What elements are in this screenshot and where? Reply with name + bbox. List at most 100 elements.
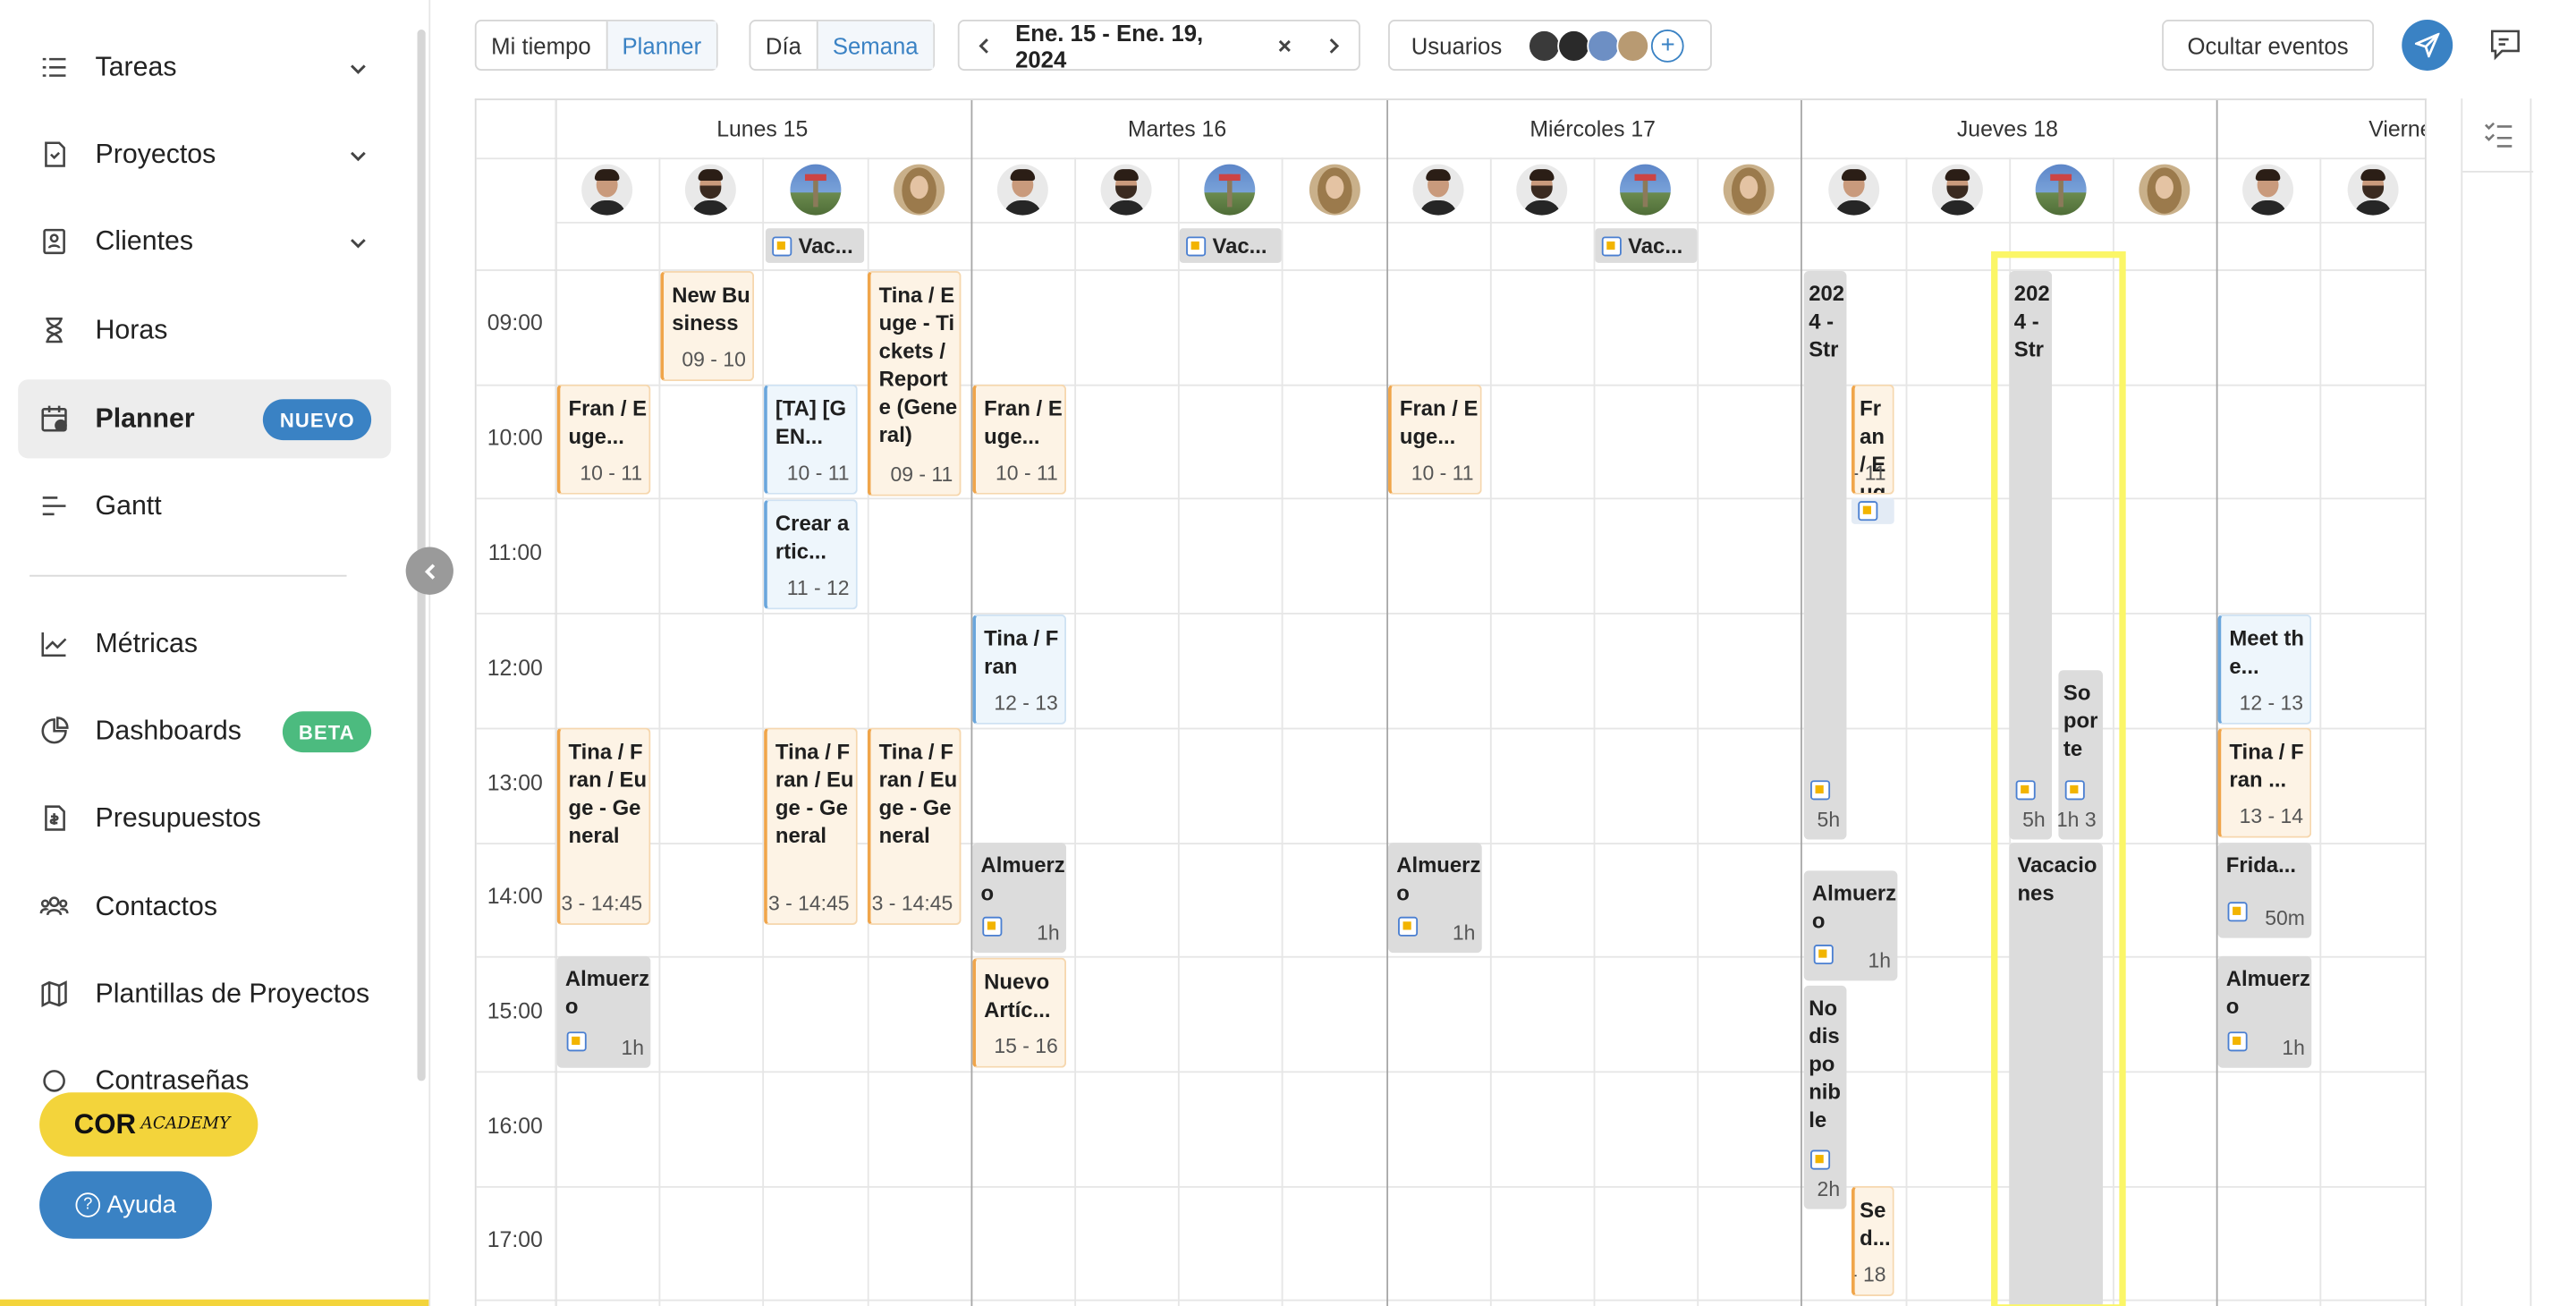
sidebar-item-label: Contactos — [95, 891, 217, 921]
calendar-event[interactable]: No disponible 2h — [1803, 985, 1847, 1209]
checklist-icon[interactable] — [2462, 98, 2534, 173]
calendar-event[interactable]: Meet the... 12 - 13 — [2217, 614, 2312, 725]
avatar[interactable] — [1309, 164, 1360, 216]
chevron-left-icon[interactable] — [960, 37, 1009, 53]
event-time: 15 - 16 — [994, 1034, 1058, 1058]
calendar-event[interactable]: 2024 - Str 5h — [2009, 271, 2053, 840]
calendar-event[interactable]: Almuerzo 1h — [1388, 843, 1482, 954]
view-toggle: Mi tiempo Planner — [474, 20, 718, 71]
calendar-event[interactable]: 2024 - Str 5h — [1803, 271, 1847, 840]
calendar-event[interactable]: Tina / Fran / Euge - General 13 - 14:45 — [867, 727, 962, 925]
event-chip[interactable] — [1851, 497, 1894, 524]
send-icon[interactable] — [2402, 20, 2453, 71]
avatar[interactable] — [1587, 29, 1621, 62]
avatar[interactable] — [1100, 164, 1152, 216]
sidebar-item-proyectos[interactable]: Proyectos — [18, 115, 391, 194]
all-day-event[interactable]: Vac... — [1179, 228, 1282, 263]
calendar-event[interactable]: Frida... 50m — [2217, 843, 2312, 938]
sidebar-item-gantt[interactable]: Gantt — [18, 467, 391, 546]
calendar-event[interactable]: Nuevo Artíc... 15 - 16 — [972, 957, 1067, 1068]
calendar-event[interactable]: Tina / Euge - Tickets / Reporte (General… — [867, 271, 962, 496]
calendar-event[interactable]: Tina / Fran / Euge - General 13 - 14:45 — [764, 727, 858, 925]
calendar-event[interactable]: Se d... 17 - 18 — [1851, 1185, 1894, 1296]
event-title: Frida... — [2225, 852, 2297, 878]
sidebar-item-label: Tareas — [95, 51, 177, 81]
comment-star-icon[interactable] — [2487, 26, 2523, 62]
avatar[interactable] — [684, 164, 736, 216]
calendar-event[interactable]: Tina / Fran 12 - 13 — [972, 614, 1067, 725]
all-day-event[interactable]: Vac... — [1595, 228, 1698, 263]
day-header-friday: Viernes 19 — [2368, 116, 2425, 141]
sidebar-item-tareas[interactable]: Tareas — [18, 28, 391, 106]
avatar[interactable] — [1616, 29, 1650, 62]
calendar-event[interactable]: [TA] [GEN... 10 - 11 — [764, 384, 858, 495]
event-time: 1h — [1452, 921, 1476, 945]
range-option-semana[interactable]: Semana — [816, 21, 934, 70]
collapse-sidebar-button[interactable] — [405, 547, 453, 595]
users-filter[interactable]: Usuarios + — [1388, 20, 1712, 71]
add-user-icon[interactable]: + — [1651, 29, 1685, 62]
range-option-dia[interactable]: Día — [750, 21, 816, 69]
gantt-icon — [39, 491, 69, 521]
avatar[interactable] — [1528, 29, 1562, 62]
sidebar-item-clientes[interactable]: Clientes — [18, 202, 391, 281]
calendar-event[interactable]: New Business 09 - 10 — [660, 271, 755, 382]
calendar-event[interactable]: Vacaciones — [2009, 843, 2103, 1306]
sidebar: Tareas Proyectos Clientes Horas Planner … — [0, 0, 431, 1306]
avatar[interactable] — [894, 164, 945, 216]
sidebar-item-dashboards[interactable]: Dashboards BETA — [18, 691, 391, 770]
google-calendar-icon — [1810, 1149, 1831, 1170]
google-calendar-icon — [2227, 1031, 2248, 1052]
grid-line — [476, 269, 2425, 272]
chevron-right-icon[interactable] — [1309, 37, 1359, 53]
avatar[interactable] — [2347, 164, 2399, 216]
avatar[interactable] — [2139, 164, 2190, 216]
calendar-event[interactable]: Tina / Fran / Euge - General 13 - 14:45 — [556, 727, 651, 925]
day-header-monday: Lunes 15 — [716, 116, 809, 141]
calendar-event[interactable]: Tina / Fran ... 13 - 14 — [2217, 727, 2312, 838]
event-time: 17 - 18 — [1855, 1263, 1886, 1286]
sidebar-item-metricas[interactable]: Métricas — [18, 605, 391, 683]
avatar[interactable] — [1204, 164, 1256, 216]
calendar-event[interactable]: Almuerzo 1h — [556, 955, 651, 1068]
chevron-down-icon[interactable] — [348, 230, 368, 250]
avatar[interactable] — [2242, 164, 2294, 216]
calendar-event[interactable]: Almuerzo 1h — [972, 843, 1067, 954]
calendar-event[interactable]: Fran / Euge... 10 - 11 — [556, 384, 651, 495]
question-icon: ? — [75, 1192, 101, 1217]
help-button[interactable]: ? Ayuda — [39, 1171, 212, 1239]
sidebar-item-planner[interactable]: Planner NUEVO — [18, 379, 392, 459]
chevron-down-icon[interactable] — [348, 55, 368, 75]
calendar-event[interactable]: Fran / Euge... 10 - 11 — [972, 384, 1067, 495]
hide-events-button[interactable]: Ocultar eventos — [2162, 20, 2375, 71]
all-day-event[interactable]: Vac... — [765, 228, 865, 263]
avatar[interactable] — [996, 164, 1048, 216]
avatar[interactable] — [1412, 164, 1464, 216]
calendar-event[interactable]: Almuerzo 1h — [1803, 870, 1898, 981]
chevron-down-icon[interactable] — [348, 143, 368, 163]
view-option-planner[interactable]: Planner — [606, 21, 716, 70]
sidebar-item-presupuestos[interactable]: Presupuestos — [18, 779, 391, 858]
calendar-event[interactable]: Almuerzo 1h — [2217, 955, 2312, 1068]
calendar-event[interactable]: Soporte 1h 3 — [2058, 670, 2103, 840]
calendar-event[interactable]: Crear artic... 11 - 12 — [764, 499, 858, 610]
avatar[interactable] — [1723, 164, 1775, 216]
calendar-event[interactable]: Fran / Euge10 - 11 — [1851, 384, 1894, 495]
avatar[interactable] — [1516, 164, 1568, 216]
view-option-mi-tiempo[interactable]: Mi tiempo — [477, 21, 606, 69]
users-label: Usuarios — [1411, 31, 1503, 59]
avatar[interactable] — [581, 164, 633, 216]
avatar[interactable] — [790, 164, 842, 216]
close-icon[interactable] — [1260, 37, 1309, 53]
sidebar-item-plantillas[interactable]: Plantillas de Proyectos — [18, 954, 391, 1033]
avatar[interactable] — [1557, 29, 1591, 62]
avatar[interactable] — [2035, 164, 2087, 216]
avatar[interactable] — [1931, 164, 1983, 216]
calendar-event[interactable]: Fran / Euge... 10 - 11 — [1388, 384, 1482, 495]
sidebar-item-contactos[interactable]: Contactos — [18, 868, 391, 946]
sidebar-item-horas[interactable]: Horas — [18, 291, 391, 369]
cor-academy-button[interactable]: COR ACADEMY — [39, 1092, 258, 1157]
avatar[interactable] — [1619, 164, 1671, 216]
avatar[interactable] — [1828, 164, 1880, 216]
hour-label: 12:00 — [487, 655, 543, 681]
